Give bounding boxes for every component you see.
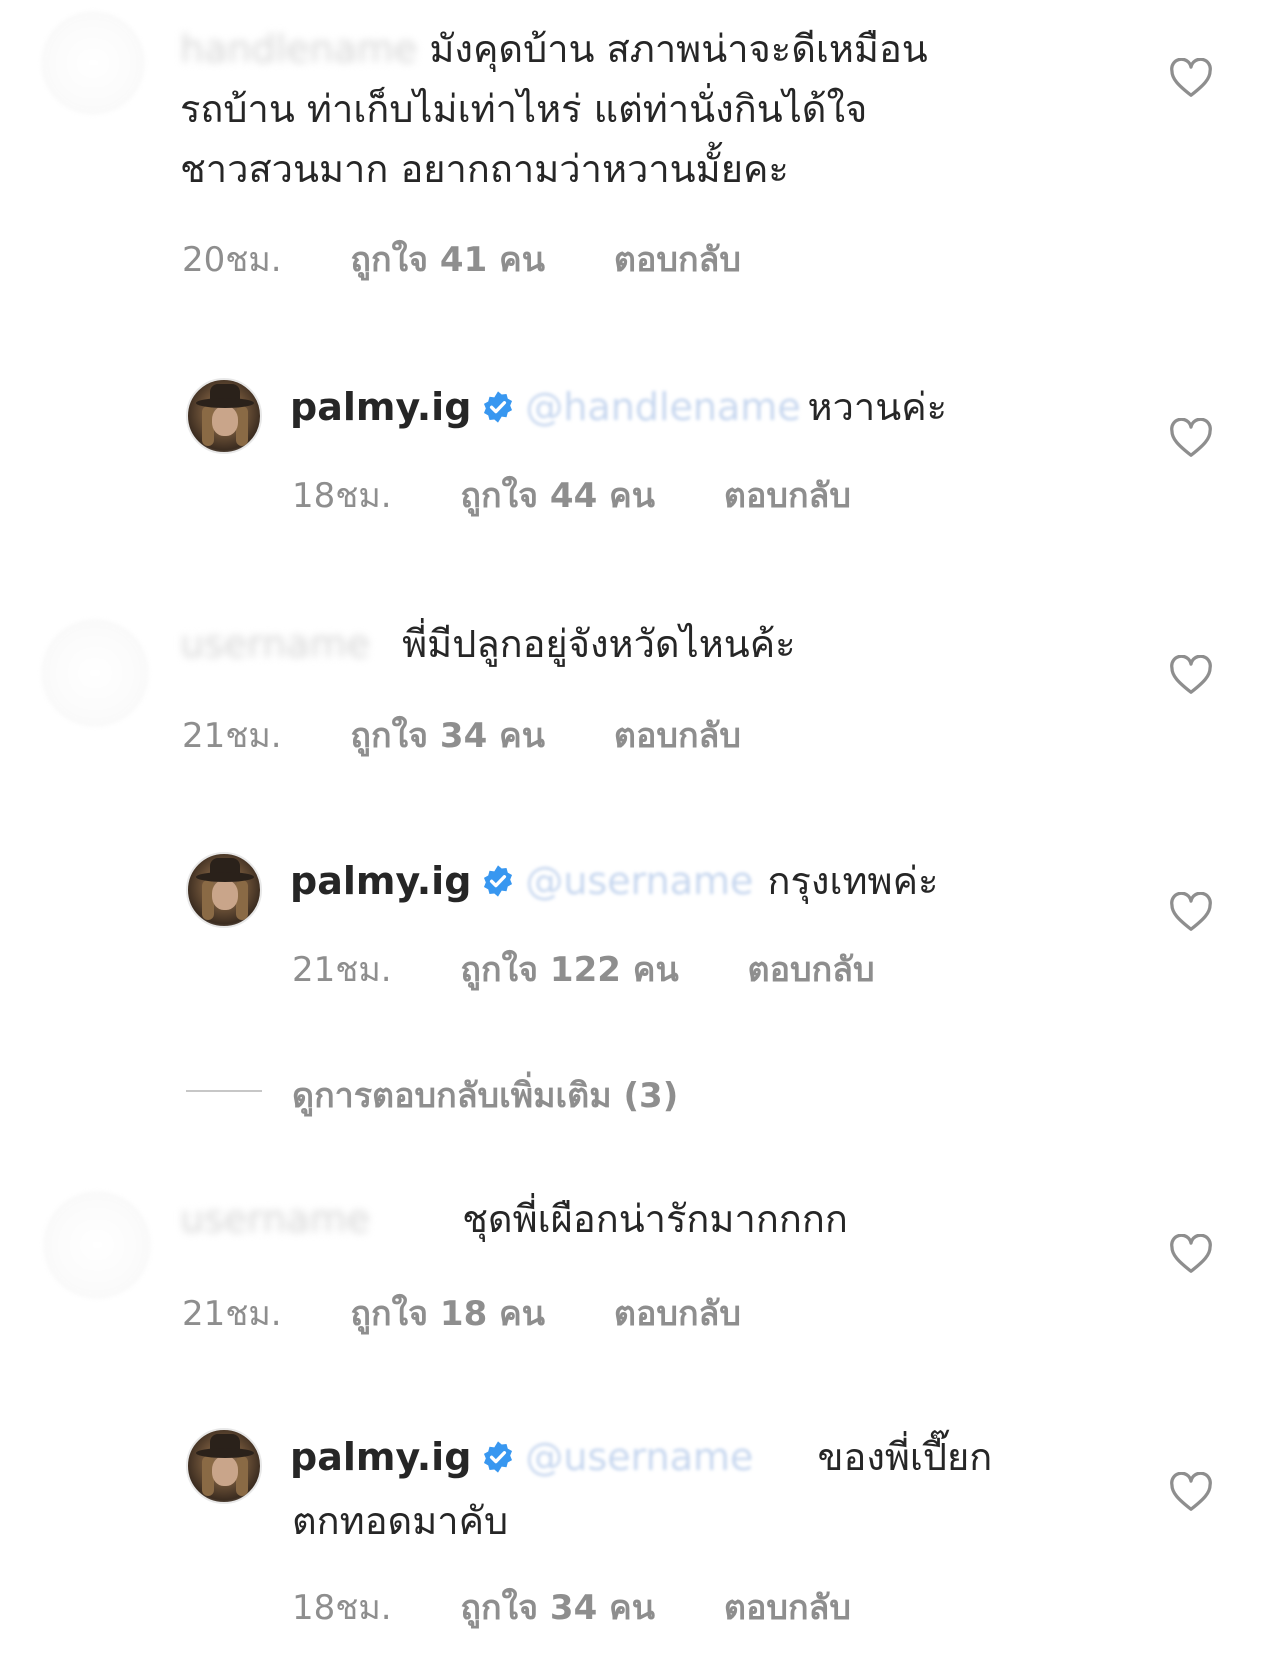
avatar[interactable] [42, 12, 144, 114]
avatar[interactable] [186, 378, 262, 454]
mention[interactable]: @username [525, 852, 755, 910]
verified-badge-icon [484, 1440, 513, 1473]
comment-text: กรุงเทพค่ะ [767, 859, 939, 903]
likes-count[interactable]: ถูกใจ 34 คน [460, 1580, 655, 1634]
reply-button[interactable]: ตอบกลับ [724, 1580, 851, 1634]
comment-meta: 18ชม. ถูกใจ 34 คน ตอบกลับ [292, 1580, 851, 1634]
username[interactable]: palmy.ig [290, 1435, 471, 1479]
timestamp: 18ชม. [292, 1588, 392, 1628]
avatar[interactable] [42, 620, 148, 726]
avatar[interactable] [186, 852, 262, 928]
comment-text: หวานค่ะ [807, 385, 948, 429]
username[interactable]: palmy.ig [290, 859, 471, 903]
comment-meta: 20ชม. ถูกใจ 41 คน ตอบกลับ [182, 232, 741, 286]
username[interactable]: username [180, 615, 390, 673]
avatar[interactable] [186, 1428, 262, 1504]
avatar[interactable] [44, 1192, 150, 1298]
mention[interactable]: @username [525, 1428, 805, 1486]
comment-meta: 18ชม. ถูกใจ 44 คน ตอบกลับ [292, 468, 851, 522]
timestamp: 21ชม. [182, 716, 282, 756]
comment-meta: 21ชม. ถูกใจ 18 คน ตอบกลับ [182, 1286, 741, 1340]
comment-text: พี่มีปลูกอยู่จังหวัดไหนค้ะ [402, 622, 796, 666]
likes-count[interactable]: ถูกใจ 34 คน [350, 708, 545, 762]
heart-outline-icon[interactable] [1169, 1234, 1213, 1274]
heart-outline-icon[interactable] [1169, 1472, 1213, 1512]
comment-meta: 21ชม. ถูกใจ 122 คน ตอบกลับ [292, 942, 875, 996]
heart-outline-icon[interactable] [1169, 655, 1213, 695]
timestamp: 20ชม. [182, 240, 282, 280]
heart-outline-icon[interactable] [1169, 892, 1213, 932]
comment-text: ตกทอดมาคับ [292, 1499, 509, 1543]
username[interactable]: palmy.ig [290, 385, 471, 429]
divider [186, 1090, 262, 1092]
heart-outline-icon[interactable] [1169, 58, 1213, 98]
likes-count[interactable]: ถูกใจ 44 คน [460, 468, 655, 522]
reply-button[interactable]: ตอบกลับ [724, 468, 851, 522]
reply-button[interactable]: ตอบกลับ [614, 708, 741, 762]
comment-text: มังคุดบ้าน สภาพน่าจะดีเหมือน [429, 27, 928, 71]
comment-text: ชุดพี่เผือกน่ารักมากกกก [462, 1197, 848, 1241]
comment-meta: 21ชม. ถูกใจ 34 คน ตอบกลับ [182, 708, 741, 762]
verified-badge-icon [484, 864, 513, 897]
comment-text: รถบ้าน ท่าเก็บไม่เท่าไหร่ แต่ท่านั่งกินไ… [180, 87, 868, 131]
heart-outline-icon[interactable] [1169, 418, 1213, 458]
verified-badge-icon [484, 390, 513, 423]
username[interactable]: username [180, 1190, 450, 1248]
comment-text: ชาวสวนมาก อยากถามว่าหวานมั้ยคะ [180, 147, 789, 191]
timestamp: 18ชม. [292, 476, 392, 516]
reply-button[interactable]: ตอบกลับ [748, 942, 875, 996]
reply-button[interactable]: ตอบกลับ [614, 232, 741, 286]
timestamp: 21ชม. [182, 1294, 282, 1334]
likes-count[interactable]: ถูกใจ 41 คน [350, 232, 545, 286]
mention[interactable]: @handlename [525, 378, 800, 436]
timestamp: 21ชม. [292, 950, 392, 990]
comment-text: ของพี่เปี๊ยก [817, 1435, 993, 1479]
username[interactable]: handlename [180, 27, 417, 71]
view-more-replies-button[interactable]: ดูการตอบกลับเพิ่มเติม (3) [292, 1068, 678, 1122]
likes-count[interactable]: ถูกใจ 122 คน [460, 942, 678, 996]
reply-button[interactable]: ตอบกลับ [614, 1286, 741, 1340]
likes-count[interactable]: ถูกใจ 18 คน [350, 1286, 545, 1340]
